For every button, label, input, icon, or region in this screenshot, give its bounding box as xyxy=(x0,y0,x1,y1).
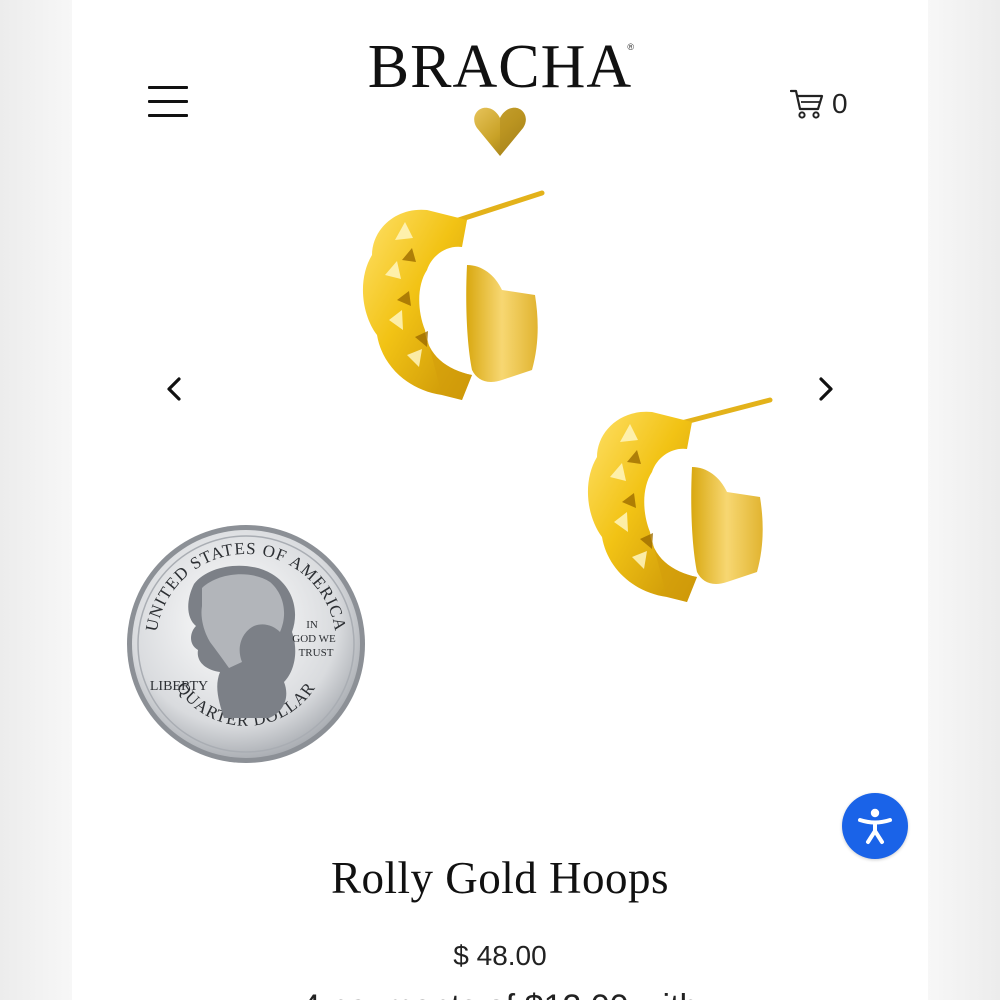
brand-logo[interactable]: BRACHA ® xyxy=(362,32,638,156)
registered-mark: ® xyxy=(627,42,634,52)
accessibility-icon xyxy=(858,808,892,844)
quarter-coin-image: UNITED STATES OF AMERICA QUARTER DOLLAR … xyxy=(127,525,365,763)
chevron-left-icon[interactable] xyxy=(160,374,190,404)
page-edge-left xyxy=(0,0,72,1000)
coin-motto-3: TRUST xyxy=(299,647,334,659)
cart-button[interactable]: 0 xyxy=(790,84,848,124)
product-page: BRACHA ® 0 UNITED STATES OF AMERICA QUAR… xyxy=(72,0,928,1000)
page-edge-right xyxy=(928,0,1000,1000)
installment-info: 4 payments of $12.00 with xyxy=(72,988,928,1000)
coin-liberty: LIBERTY xyxy=(150,679,208,694)
chevron-right-icon[interactable] xyxy=(810,374,840,404)
product-title: Rolly Gold Hoops xyxy=(330,853,670,903)
cart-count: 0 xyxy=(832,88,848,119)
heart-icon xyxy=(474,107,526,156)
product-image-gallery[interactable]: UNITED STATES OF AMERICA QUARTER DOLLAR … xyxy=(72,160,928,820)
product-price: $ 48.00 xyxy=(453,940,547,971)
accessibility-button[interactable] xyxy=(842,793,908,859)
gold-hoop-earring-image xyxy=(587,397,773,602)
logo-text: BRACHA xyxy=(367,33,633,101)
coin-motto-1: IN xyxy=(306,619,318,631)
hamburger-menu-icon[interactable] xyxy=(148,84,190,120)
gold-hoop-earring-image xyxy=(362,190,545,400)
coin-motto-2: GOD WE xyxy=(292,633,336,645)
shopping-cart-icon xyxy=(790,89,824,119)
